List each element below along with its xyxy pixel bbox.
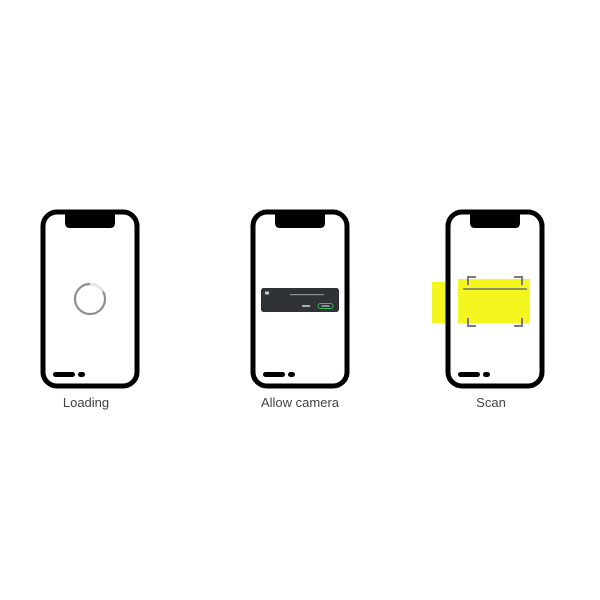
phone-scan <box>445 209 545 389</box>
phone-loading <box>40 209 140 389</box>
caption-allow-camera: Allow camera <box>260 395 340 410</box>
home-indicator <box>263 372 285 377</box>
highlight-strip <box>458 279 530 323</box>
phone-frame <box>40 209 140 389</box>
home-indicator <box>458 372 480 377</box>
home-indicator-dot <box>483 372 490 377</box>
phone-notch <box>275 212 325 228</box>
camera-permission-dialog <box>261 288 339 312</box>
onboarding-steps-diagram: Loading Allow camera Scan <box>0 0 600 600</box>
caption-scan: Scan <box>476 395 506 410</box>
deny-button <box>302 305 310 307</box>
phone-notch <box>470 212 520 228</box>
home-indicator-dot <box>78 372 85 377</box>
caption-loading: Loading <box>62 395 110 410</box>
dialog-title-line <box>290 294 324 296</box>
allow-button <box>317 303 334 309</box>
phone-notch <box>65 212 115 228</box>
phone-allow-camera <box>250 209 350 389</box>
home-indicator <box>53 372 75 377</box>
camera-icon <box>265 291 269 295</box>
home-indicator-dot <box>288 372 295 377</box>
